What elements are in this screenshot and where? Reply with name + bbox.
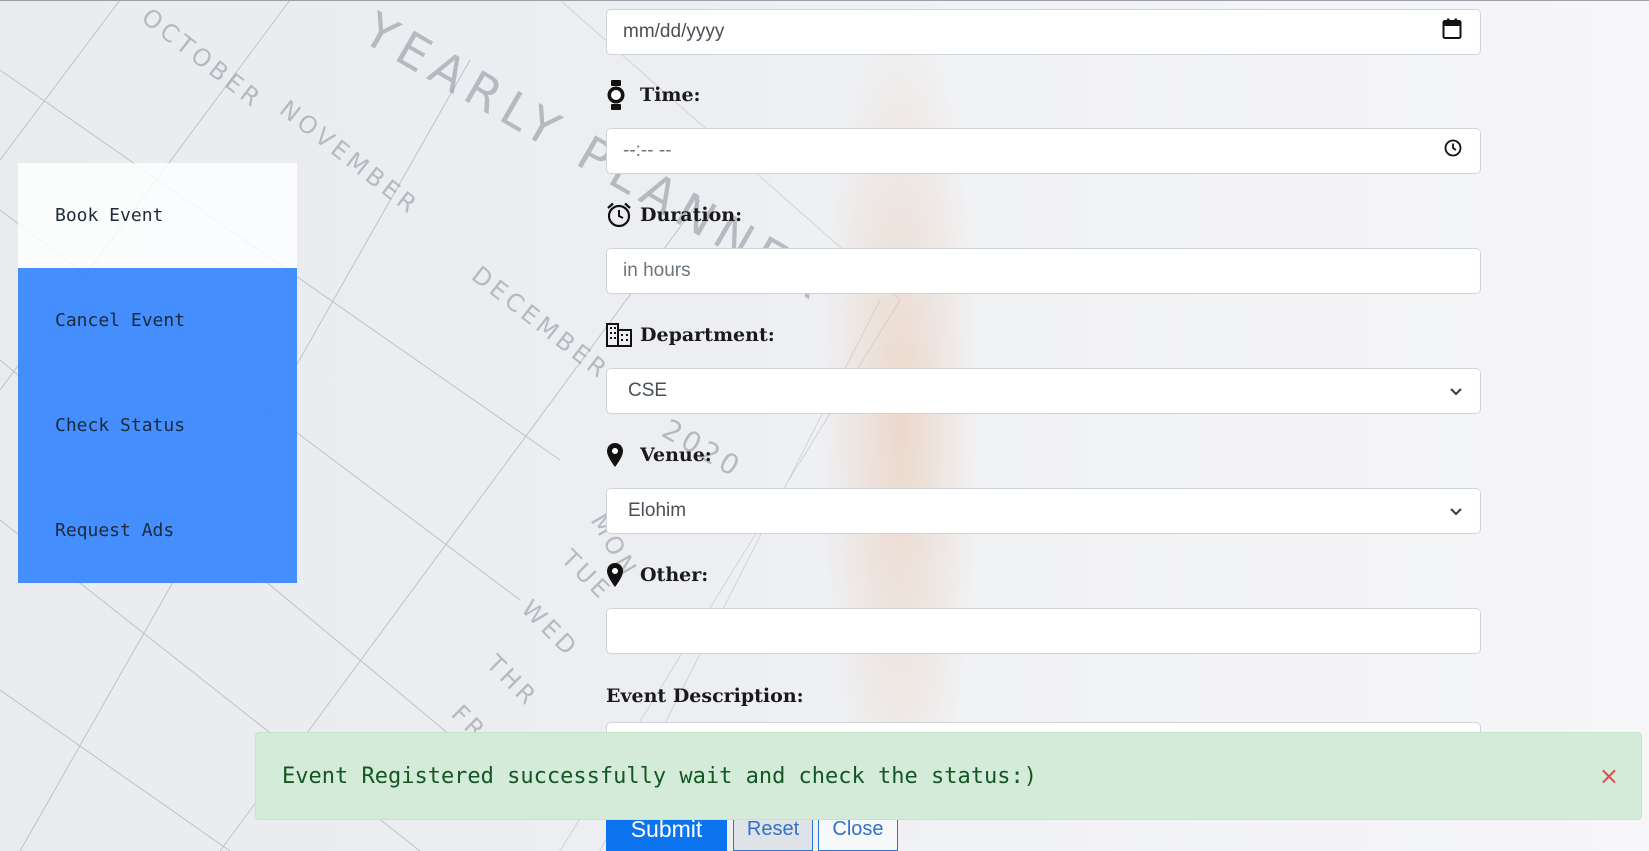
department-label: Department: <box>606 319 775 351</box>
planner-day-thr: THR <box>480 649 544 713</box>
sidebar-item-check-status[interactable]: Check Status <box>18 373 297 478</box>
venue-label-text: Venue: <box>640 444 712 466</box>
close-icon[interactable]: × <box>1599 762 1619 790</box>
planner-day-wed: WED <box>516 594 585 663</box>
chevron-down-icon <box>1450 500 1462 522</box>
time-label: Time: <box>606 79 701 111</box>
alarm-clock-icon <box>606 199 634 231</box>
event-description-label: Event Description: <box>606 685 804 707</box>
building-icon <box>606 319 634 351</box>
calendar-icon[interactable] <box>1442 18 1462 46</box>
department-select[interactable]: CSE <box>606 368 1481 414</box>
sidebar-item-book-event[interactable]: Book Event <box>18 163 297 268</box>
other-label: Other: <box>606 559 708 591</box>
chevron-down-icon <box>1450 380 1462 402</box>
map-pin-icon <box>606 559 634 591</box>
sidebar-nav: Book Event Cancel Event Check Status Req… <box>18 163 297 583</box>
department-selected-value: CSE <box>628 380 668 401</box>
sidebar-item-request-ads[interactable]: Request Ads <box>18 478 297 583</box>
other-input[interactable] <box>606 608 1481 654</box>
planner-month-december: DECEMBER <box>466 261 615 386</box>
sidebar-item-label: Request Ads <box>55 520 175 541</box>
duration-input[interactable]: in hours <box>606 248 1481 294</box>
time-label-text: Time: <box>640 84 701 106</box>
department-label-text: Department: <box>640 324 775 346</box>
duration-label: Duration: <box>606 199 742 231</box>
map-pin-icon <box>606 439 634 471</box>
duration-label-text: Duration: <box>640 204 743 226</box>
success-alert: Event Registered successfully wait and c… <box>255 732 1642 820</box>
alert-message: Event Registered successfully wait and c… <box>282 763 1037 789</box>
sidebar-item-cancel-event[interactable]: Cancel Event <box>18 268 297 373</box>
sidebar-item-label: Check Status <box>55 415 186 436</box>
watch-icon <box>606 79 634 111</box>
time-input[interactable]: --:-- -- <box>606 128 1481 174</box>
top-border <box>0 0 1649 1</box>
sidebar-item-label: Book Event <box>55 205 164 226</box>
clock-icon[interactable] <box>1444 139 1462 163</box>
date-placeholder: mm/dd/yyyy <box>623 21 725 42</box>
event-description-label-text: Event Description: <box>606 685 804 707</box>
other-label-text: Other: <box>640 564 709 586</box>
sidebar-item-label: Cancel Event <box>55 310 186 331</box>
venue-label: Venue: <box>606 439 712 471</box>
date-input[interactable]: mm/dd/yyyy <box>606 9 1481 55</box>
planner-month-october: OCTOBER <box>136 3 268 115</box>
venue-select[interactable]: Elohim <box>606 488 1481 534</box>
time-placeholder: --:-- -- <box>623 140 672 161</box>
duration-placeholder: in hours <box>623 260 691 281</box>
venue-selected-value: Elohim <box>628 500 687 521</box>
